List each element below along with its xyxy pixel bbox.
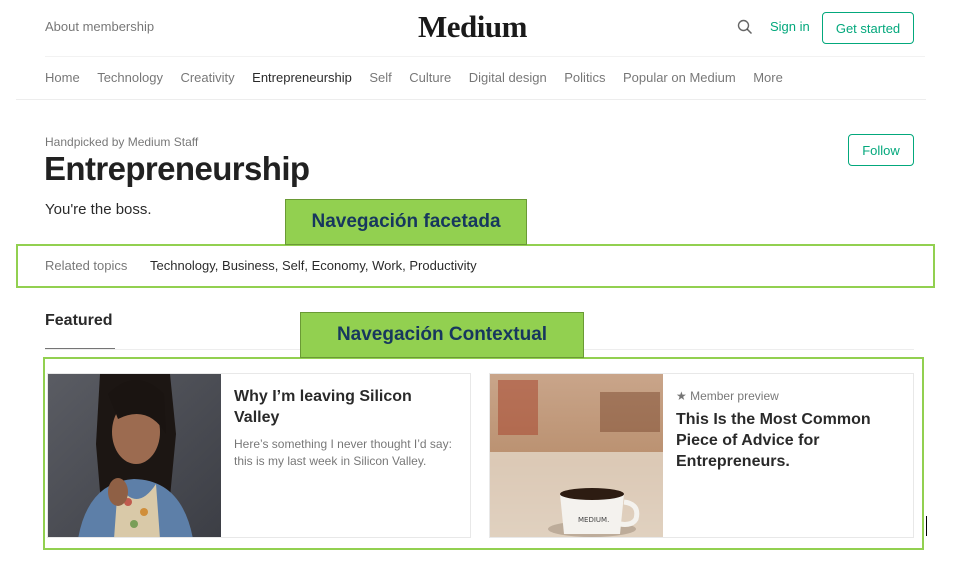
contextual-nav-highlight: [43, 357, 924, 550]
nav-item-politics[interactable]: Politics: [564, 70, 605, 85]
nav-item-more[interactable]: More: [753, 70, 783, 85]
handpicked-label: Handpicked by Medium Staff: [45, 135, 199, 149]
medium-logo[interactable]: Medium: [418, 9, 527, 45]
nav-item-entrepreneurship[interactable]: Entrepreneurship: [252, 70, 352, 85]
nav-item-culture[interactable]: Culture: [409, 70, 451, 85]
nav-item-popular[interactable]: Popular on Medium: [623, 70, 736, 85]
nav-item-self[interactable]: Self: [369, 70, 391, 85]
follow-button[interactable]: Follow: [848, 134, 914, 166]
contextual-nav-callout: Navegación Contextual: [300, 312, 584, 358]
topic-nav: Home Technology Creativity Entrepreneurs…: [45, 70, 800, 85]
faceted-nav-highlight: [16, 244, 935, 288]
nav-item-home[interactable]: Home: [45, 70, 80, 85]
faceted-nav-callout: Navegación facetada: [285, 199, 527, 245]
nav-divider: [16, 99, 926, 100]
nav-item-technology[interactable]: Technology: [97, 70, 163, 85]
about-membership-link[interactable]: About membership: [45, 19, 154, 34]
page-title: Entrepreneurship: [44, 150, 310, 187]
get-started-button[interactable]: Get started: [822, 12, 914, 44]
nav-item-digital-design[interactable]: Digital design: [469, 70, 547, 85]
header-divider: [45, 56, 925, 57]
page-subtitle: You're the boss.: [45, 201, 152, 218]
featured-tab-underline: [45, 348, 115, 349]
nav-item-creativity[interactable]: Creativity: [180, 70, 234, 85]
sign-in-link[interactable]: Sign in: [770, 19, 810, 34]
search-icon[interactable]: [737, 19, 753, 35]
text-cursor: [926, 516, 927, 536]
featured-tab[interactable]: Featured: [45, 312, 113, 330]
